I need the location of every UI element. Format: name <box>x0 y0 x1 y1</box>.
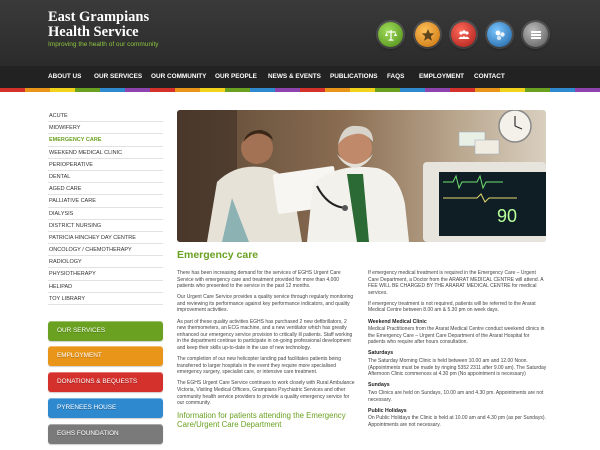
color-stripe <box>0 88 600 92</box>
donations-bequests-label: DONATIONS & BEQUESTS <box>57 378 138 385</box>
page-title: Emergency care <box>177 249 259 261</box>
star-icon[interactable] <box>415 22 440 47</box>
stripe-segment <box>225 88 250 92</box>
saturdays-heading: Saturdays <box>368 350 394 357</box>
sidebar-item-emergency-care[interactable]: EMERGENCY CARE <box>48 134 163 147</box>
sidebar-item-helipad[interactable]: HELIPAD <box>48 281 163 293</box>
stripe-segment <box>125 88 150 92</box>
stripe-segment <box>525 88 550 92</box>
content-column-left: There has been increasing demand for the… <box>177 270 357 429</box>
sidebar-item-dialysis[interactable]: DIALYSIS <box>48 208 163 220</box>
stripe-segment <box>575 88 600 92</box>
stripe-segment <box>325 88 350 92</box>
sidebar-menu: ACUTE MIDWIFERY EMERGENCY CARE WEEKEND MEDI… <box>48 110 163 305</box>
nav-publications[interactable]: PUBLICATIONS <box>330 66 377 88</box>
employment-button[interactable]: EMPLOYMENT <box>48 346 163 366</box>
sidebar-item-weekend-medical-clinic[interactable]: WEEKEND MEDICAL CLINIC <box>48 147 163 159</box>
site-header: East Grampians Health Service Improving … <box>0 0 600 66</box>
sundays-heading: Sundays <box>368 382 390 389</box>
patient-info-heading: Information for patients attending the E… <box>177 411 346 430</box>
sidebar-item-palliative-care[interactable]: PALLIATIVE CARE <box>48 195 163 208</box>
stripe-segment <box>550 88 575 92</box>
paragraph: If emergency medical treatment is requir… <box>368 270 544 296</box>
nav-our-community[interactable]: OUR COMMUNITY <box>151 66 206 88</box>
scales-icon[interactable] <box>378 22 403 47</box>
weekend-clinic-heading: Weekend Medical Clinic <box>368 318 427 325</box>
stack-icon[interactable] <box>523 22 548 47</box>
nav-our-services[interactable]: OUR SERVICES <box>94 66 142 88</box>
stripe-segment <box>25 88 50 92</box>
nav-faqs[interactable]: FAQS <box>387 66 404 88</box>
nav-news-events[interactable]: NEWS & EVENTS <box>268 66 321 88</box>
stripe-segment <box>175 88 200 92</box>
paragraph: As part of these quality activities EGHS… <box>177 318 353 351</box>
stripe-segment <box>500 88 525 92</box>
stripe-segment <box>200 88 225 92</box>
stripe-segment <box>475 88 500 92</box>
employment-label: EMPLOYMENT <box>57 352 102 359</box>
stripe-segment <box>0 88 25 92</box>
our-services-label: OUR SERVICES <box>57 327 106 334</box>
paragraph: Medical Practitioners from the Ararat Me… <box>368 326 545 346</box>
site-tagline: Improving the health of our community <box>48 41 159 48</box>
emergency-care-photo: 90 <box>177 110 546 242</box>
sidebar-item-patricia-hinchey-day-centre[interactable]: PATRICIA HINCHEY DAY CENTRE <box>48 232 163 245</box>
nav-employment[interactable]: EMPLOYMENT <box>419 66 464 88</box>
stripe-segment <box>275 88 300 92</box>
sidebar-item-dental[interactable]: DENTAL <box>48 171 163 184</box>
stripe-segment <box>425 88 450 92</box>
stripe-segment <box>300 88 325 92</box>
content-column-right: If emergency medical treatment is requir… <box>368 270 548 433</box>
nav-about-us[interactable]: ABOUT US <box>48 66 81 88</box>
sidebar-item-oncology-chemotherapy[interactable]: ONCOLOGY / CHEMOTHERAPY <box>48 244 163 257</box>
stripe-segment <box>400 88 425 92</box>
paragraph: There has been increasing demand for the… <box>177 270 341 290</box>
nav-our-people[interactable]: OUR PEOPLE <box>215 66 257 88</box>
people-icon[interactable] <box>451 22 476 47</box>
sidebar-item-district-nursing[interactable]: DISTRICT NURSING <box>48 220 163 232</box>
public-holidays-heading: Public Holidays <box>368 407 407 414</box>
site-title[interactable]: East Grampians Health Service <box>48 10 188 40</box>
stripe-segment <box>100 88 125 92</box>
paragraph: The EGHS Urgent Care Service continues t… <box>177 380 355 407</box>
paragraph: The Saturday Morning Clinic is held betw… <box>368 358 547 378</box>
pyrenees-house-button[interactable]: PYRENEES HOUSE <box>48 398 163 418</box>
eghs-foundation-button[interactable]: EGHS FOUNDATION <box>48 424 163 444</box>
our-services-button[interactable]: OUR SERVICES <box>48 321 163 341</box>
paragraph: Our Urgent Care Service provides a quali… <box>177 294 354 314</box>
eghs-foundation-label: EGHS FOUNDATION <box>57 430 119 437</box>
paragraph: The completion of our new helicopter lan… <box>177 356 341 376</box>
stripe-segment <box>250 88 275 92</box>
stripe-segment <box>350 88 375 92</box>
stripe-segment <box>375 88 400 92</box>
globe-icon[interactable] <box>487 22 512 47</box>
stripe-segment <box>75 88 100 92</box>
sidebar-item-toy-library[interactable]: TOY LIBRARY <box>48 293 163 305</box>
nav-contact[interactable]: CONTACT <box>474 66 505 88</box>
sidebar-item-radiology[interactable]: RADIOLOGY <box>48 256 163 269</box>
sidebar-item-aged-care[interactable]: AGED CARE <box>48 183 163 196</box>
paragraph: If emergency treatment is not required, … <box>368 300 536 314</box>
sidebar-item-physiotherapy[interactable]: PHYSIOTHERAPY <box>48 268 163 281</box>
paragraph: Two Clinics are held on Sundays, 10.00 a… <box>368 389 544 403</box>
paragraph: On Public Holidays the Clinic is held at… <box>368 415 546 428</box>
stripe-segment <box>50 88 75 92</box>
sidebar-item-midwifery[interactable]: MIDWIFERY <box>48 122 163 135</box>
main-navigation: ABOUT US OUR SERVICES OUR COMMUNITY OUR … <box>0 66 600 88</box>
stripe-segment <box>150 88 175 92</box>
sidebar-item-acute[interactable]: ACUTE <box>48 110 163 123</box>
donations-bequests-button[interactable]: DONATIONS & BEQUESTS <box>48 372 163 392</box>
stripe-segment <box>450 88 475 92</box>
pyrenees-house-label: PYRENEES HOUSE <box>57 404 117 411</box>
sidebar-item-perioperative[interactable]: PERIOPERATIVE <box>48 159 163 171</box>
monitor-reading: 90 <box>497 206 517 226</box>
